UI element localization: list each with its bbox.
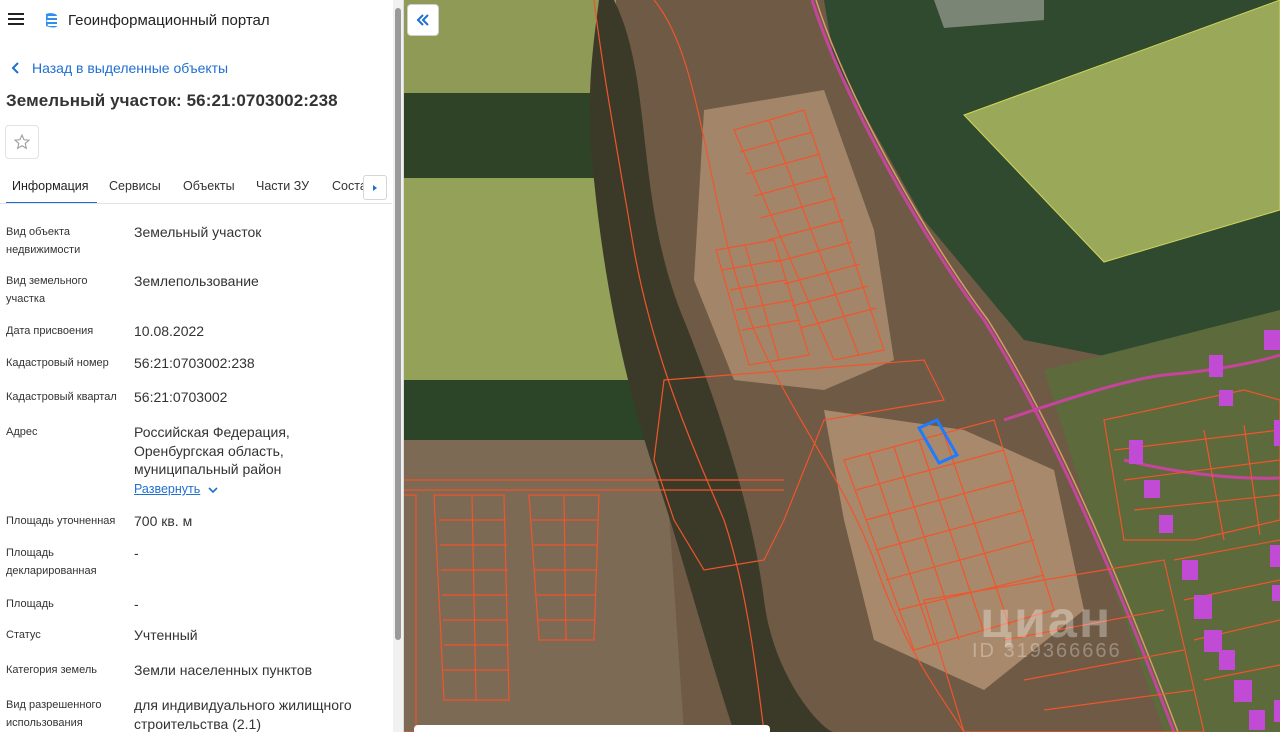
prop-label: Площадь bbox=[6, 598, 54, 610]
satellite-imagery bbox=[404, 0, 1280, 732]
tab-objects[interactable]: Объекты bbox=[183, 168, 235, 203]
back-link-label: Назад в выделенные объекты bbox=[32, 60, 229, 76]
prop-value: для индивидуального жилищного строительс… bbox=[134, 697, 352, 732]
app-title: Геоинформационный портал bbox=[68, 12, 270, 29]
prop-value: - bbox=[134, 545, 139, 561]
hamburger-menu-icon[interactable] bbox=[6, 10, 26, 30]
forest-area bbox=[404, 380, 662, 440]
portal-logo-icon bbox=[46, 13, 57, 28]
object-title: Земельный участок: 56:21:0703002:238 bbox=[6, 91, 338, 110]
prop-value: Учтенный bbox=[134, 627, 198, 643]
back-to-selected-link[interactable]: Назад в выделенные объекты bbox=[8, 58, 228, 78]
map-bottom-bar bbox=[414, 725, 770, 735]
prop-value: Земли населенных пунктов bbox=[134, 662, 313, 678]
prop-label: Площадь уточненная bbox=[6, 515, 116, 527]
expand-label: Развернуть bbox=[134, 482, 201, 496]
prop-value: 700 кв. м bbox=[134, 513, 193, 529]
prop-label: Вид земельного участка bbox=[6, 275, 88, 305]
tab-bar: Информация Сервисы Объекты Части ЗУ Сост… bbox=[0, 168, 392, 204]
prop-label: Вид объекта недвижимости bbox=[6, 226, 81, 256]
prop-value: Земельный участок bbox=[134, 224, 262, 240]
prop-label: Вид разрешенного использования bbox=[6, 699, 102, 729]
prop-label: Кадастровый квартал bbox=[6, 391, 117, 403]
tab-composition[interactable]: Соста bbox=[332, 168, 367, 203]
prop-label: Категория земель bbox=[6, 664, 97, 676]
prop-value: Землепользование bbox=[134, 273, 259, 289]
favorite-star-button[interactable] bbox=[5, 125, 39, 159]
tab-parcel-parts[interactable]: Части ЗУ bbox=[256, 168, 309, 203]
sidebar-scrollbar-thumb[interactable] bbox=[395, 8, 401, 640]
double-chevron-left-icon bbox=[416, 14, 429, 26]
prop-value: Российская Федерация, Оренбургская облас… bbox=[134, 424, 290, 477]
prop-value: - bbox=[134, 596, 139, 612]
tab-info[interactable]: Информация bbox=[6, 168, 97, 203]
prop-label: Статус bbox=[6, 629, 41, 641]
prop-label: Площадь декларированная bbox=[6, 547, 97, 577]
chevron-left-icon bbox=[11, 62, 19, 74]
tab-services[interactable]: Сервисы bbox=[109, 168, 161, 203]
prop-value: 10.08.2022 bbox=[134, 323, 205, 339]
chevron-down-icon bbox=[208, 487, 218, 493]
expand-address-link[interactable]: Развернуть bbox=[134, 482, 218, 496]
prop-label: Дата присвоения bbox=[6, 325, 94, 337]
prop-value[interactable]: 56:21:0703002:238 bbox=[134, 354, 384, 373]
collapse-panel-button[interactable] bbox=[407, 4, 439, 36]
sidebar-panel: Геоинформационный портал Назад в выделен… bbox=[0, 0, 404, 732]
tabs-scroll-right-button[interactable] bbox=[363, 175, 387, 200]
prop-label: Адрес bbox=[6, 426, 38, 438]
prop-value[interactable]: 56:21:0703002 bbox=[134, 388, 384, 407]
header-bar: Геоинформационный портал bbox=[0, 0, 392, 42]
star-outline-icon bbox=[13, 133, 31, 150]
map-canvas[interactable] bbox=[404, 0, 1280, 732]
caret-right-icon bbox=[373, 184, 377, 191]
prop-label: Кадастровый номер bbox=[6, 357, 109, 369]
forest-area bbox=[404, 93, 614, 178]
soil-area bbox=[404, 440, 684, 732]
watermark-id: ID 319366666 bbox=[972, 640, 1122, 662]
